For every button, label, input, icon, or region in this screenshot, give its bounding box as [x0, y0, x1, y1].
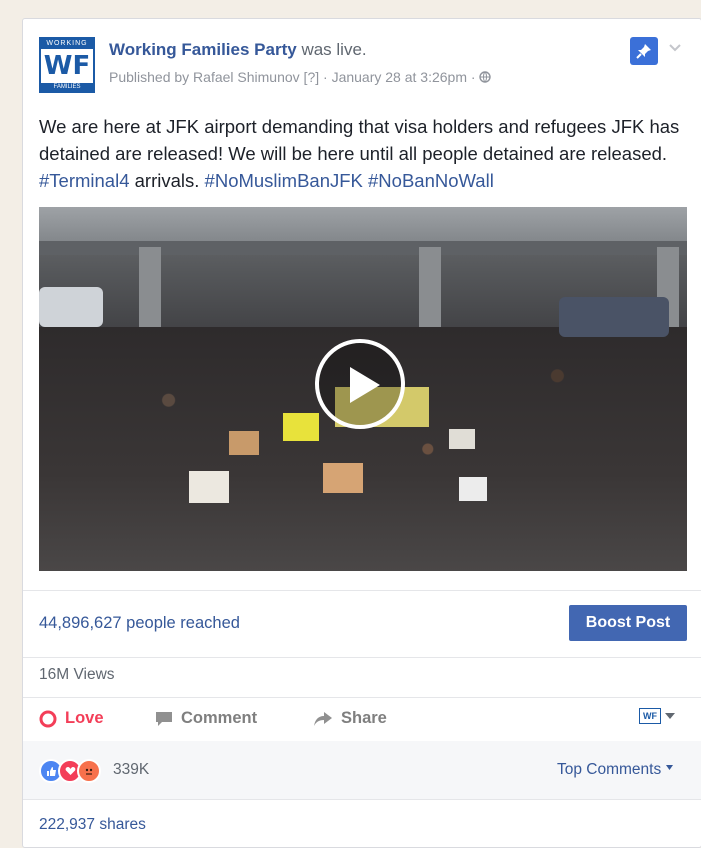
- video-sign: [229, 431, 259, 455]
- angry-reaction-icon: [77, 759, 101, 783]
- reaction-icons[interactable]: [39, 759, 101, 783]
- post-title: Working Families Party was live.: [109, 40, 367, 60]
- logo-bottom-text: FAMILIES: [41, 83, 93, 91]
- comment-icon: [156, 711, 172, 726]
- logo-top-text: WORKING: [41, 39, 93, 49]
- reactions-bar: 339K Top Comments: [23, 741, 701, 799]
- post-text-mid: arrivals.: [129, 170, 205, 191]
- hashtag-nobannowall[interactable]: #NoBanNoWall: [368, 170, 494, 191]
- divider: [23, 590, 701, 591]
- top-comments-label: Top Comments: [557, 761, 662, 778]
- play-icon: [350, 367, 380, 403]
- love-button[interactable]: Love: [39, 709, 104, 728]
- video-sign: [283, 413, 319, 441]
- people-reached[interactable]: 44,896,627 people reached: [39, 614, 240, 633]
- live-status: was live.: [301, 40, 367, 59]
- post-body: We are here at JFK airport demanding tha…: [39, 113, 689, 194]
- pin-post-button[interactable]: [630, 37, 658, 65]
- video-player[interactable]: [39, 207, 687, 571]
- page-avatar[interactable]: WORKING WF FAMILIES: [39, 37, 95, 93]
- video-car: [39, 287, 103, 327]
- post-meta: Published by Rafael Shimunov [?] · Janua…: [109, 69, 492, 85]
- video-sign: [323, 463, 363, 493]
- logo-mark: WF: [43, 51, 91, 81]
- post-options-button[interactable]: [669, 39, 681, 55]
- caret-down-icon: [665, 765, 673, 770]
- share-button[interactable]: Share: [313, 709, 387, 728]
- post-card: WORKING WF FAMILIES Working Families Par…: [22, 18, 701, 848]
- caret-down-icon: [665, 713, 675, 719]
- share-count[interactable]: 222,937 shares: [39, 816, 146, 834]
- divider: [23, 799, 701, 800]
- play-button[interactable]: [315, 339, 405, 429]
- video-car: [559, 297, 669, 337]
- action-bar: Love Comment Share WF: [23, 697, 701, 741]
- love-label: Love: [65, 709, 104, 727]
- share-icon: [314, 711, 332, 726]
- video-sign: [189, 471, 229, 503]
- globe-icon: [479, 71, 492, 83]
- chevron-down-icon: [669, 44, 681, 52]
- boost-post-button[interactable]: Boost Post: [569, 605, 687, 641]
- hashtag-terminal4[interactable]: #Terminal4: [39, 170, 130, 191]
- video-sign: [459, 477, 487, 501]
- comment-button[interactable]: Comment: [155, 709, 257, 728]
- top-comments-dropdown[interactable]: Top Comments: [557, 761, 673, 779]
- page-name-link[interactable]: Working Families Party: [109, 40, 297, 59]
- video-canopy-beam: [39, 241, 687, 255]
- pin-icon: [636, 44, 651, 59]
- view-count: 16M Views: [39, 666, 115, 683]
- reaction-count[interactable]: 339K: [113, 761, 149, 779]
- love-icon: [39, 710, 57, 727]
- comment-label: Comment: [181, 709, 258, 727]
- video-sign: [449, 429, 475, 449]
- share-label: Share: [341, 709, 387, 727]
- post-text-before: We are here at JFK airport demanding tha…: [39, 116, 680, 164]
- hashtag-nomuslimbanjfk[interactable]: #NoMuslimBanJFK: [205, 170, 363, 191]
- actor-avatar: WF: [639, 708, 661, 724]
- published-by: Published by Rafael Shimunov [?] · Janua…: [109, 69, 480, 85]
- actor-selector[interactable]: WF: [639, 708, 675, 724]
- divider: [23, 657, 701, 658]
